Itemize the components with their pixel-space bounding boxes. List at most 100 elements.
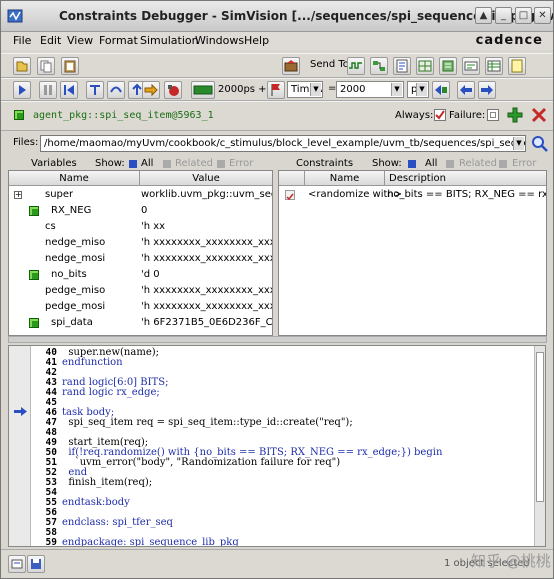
menu-help[interactable]: Help bbox=[244, 34, 269, 47]
constraint-checkbox[interactable] bbox=[285, 190, 295, 201]
source-line[interactable]: endfunction bbox=[62, 358, 123, 368]
column-header-name[interactable]: Name bbox=[305, 171, 385, 186]
send-table-icon[interactable] bbox=[485, 57, 503, 75]
variable-name: no_bits bbox=[51, 269, 87, 280]
watermark: 知乎 @桃桃 bbox=[471, 552, 551, 570]
time-value-select[interactable]: 2000 ▼ bbox=[336, 81, 404, 98]
menu-view[interactable]: View bbox=[67, 34, 93, 47]
main-toolbar: Send To: bbox=[1, 53, 553, 78]
source-line[interactable]: endtask:body bbox=[62, 498, 130, 508]
run-icon[interactable] bbox=[13, 81, 31, 99]
variable-name: spi_data bbox=[51, 317, 93, 328]
column-header-value[interactable]: Value bbox=[140, 171, 272, 186]
source-line[interactable]: rand logic rx_edge; bbox=[62, 388, 160, 398]
time-step-back-icon[interactable] bbox=[432, 81, 450, 99]
column-header-name[interactable]: Name bbox=[9, 171, 140, 186]
table-row[interactable]: nedge_miso 'h xxxxxxxx_xxxxxxxx_xxxxxxxx bbox=[9, 235, 272, 251]
add-constraint-icon[interactable] bbox=[506, 106, 524, 124]
source-line[interactable]: finish_item(req); bbox=[62, 478, 152, 488]
table-row[interactable]: pedge_mosi 'h xxxxxxxx_xxxxxxxx_xxxxxxxx bbox=[9, 299, 272, 315]
stop-icon[interactable] bbox=[164, 81, 182, 99]
send-waveform-icon[interactable] bbox=[347, 57, 365, 75]
chevron-down-icon: ▼ bbox=[310, 83, 321, 96]
source-line[interactable]: endclass: spi_tfer_seq bbox=[62, 518, 173, 528]
table-row[interactable]: spi_data 'h 6F2371B5_0E6D236F_C67 bbox=[9, 315, 272, 331]
filter-error-icon bbox=[499, 160, 507, 168]
menu-bar: File Edit View Format Simulation Windows… bbox=[1, 32, 553, 50]
variable-name: nedge_miso bbox=[45, 237, 106, 248]
source-gutter bbox=[9, 346, 31, 546]
table-row[interactable]: RX_NEG 0 bbox=[9, 203, 272, 219]
status-settings-icon[interactable] bbox=[8, 555, 26, 573]
variable-name: super bbox=[45, 189, 74, 200]
rewind-icon[interactable] bbox=[60, 81, 78, 99]
pane-splitter[interactable] bbox=[8, 336, 547, 343]
maximize-button[interactable]: □ bbox=[515, 7, 532, 24]
remove-constraint-icon[interactable] bbox=[530, 106, 548, 124]
variable-value: 'h xx bbox=[141, 221, 166, 232]
menu-format[interactable]: Format bbox=[99, 34, 138, 47]
back-arrow-icon[interactable] bbox=[457, 81, 475, 99]
pause-icon[interactable] bbox=[39, 81, 57, 99]
object-path: agent_pkg::spi_seq_item@5963_1 bbox=[33, 110, 214, 121]
source-line[interactable]: spi_seq_item req = spi_seq_item::type_id… bbox=[62, 418, 352, 428]
send-source-icon[interactable] bbox=[393, 57, 411, 75]
current-line-arrow-icon bbox=[14, 407, 27, 416]
time-unit-select[interactable]: ps ▼ bbox=[407, 81, 429, 98]
simvision-window: Constraints Debugger - SimVision [.../se… bbox=[0, 0, 554, 579]
send-to-icon[interactable] bbox=[282, 57, 300, 75]
shade-button[interactable]: ▲ bbox=[475, 7, 492, 24]
variable-name: nedge_mosi bbox=[45, 253, 106, 264]
constraints-title: Constraints bbox=[296, 158, 354, 169]
filter-all-icon bbox=[408, 160, 416, 168]
time-select[interactable]: TimeA ▼ bbox=[287, 81, 323, 98]
chevron-down-icon: ▼ bbox=[391, 83, 402, 96]
send-register-icon[interactable] bbox=[416, 57, 434, 75]
step-over-icon[interactable] bbox=[107, 81, 125, 99]
table-row[interactable]: + super worklib.uvm_pkg::uvm_sequen bbox=[9, 187, 272, 203]
menu-simulation[interactable]: Simulation bbox=[140, 34, 199, 47]
column-header-check bbox=[279, 171, 305, 186]
variable-name: RX_NEG bbox=[51, 205, 92, 216]
rand-variable-icon bbox=[29, 270, 39, 280]
send-memory-icon[interactable] bbox=[439, 57, 457, 75]
expand-icon[interactable]: + bbox=[14, 191, 22, 199]
source-line[interactable]: endpackage: spi_sequence_lib_pkg bbox=[62, 538, 239, 547]
time-marker-icon[interactable] bbox=[267, 81, 285, 99]
object-bar: agent_pkg::spi_seq_item@5963_1 Always: F… bbox=[1, 101, 553, 131]
scrollbar-thumb[interactable] bbox=[536, 352, 544, 502]
table-row[interactable]: nedge_mosi 'h xxxxxxxx_xxxxxxxx_xxxxxxxx bbox=[9, 251, 272, 267]
always-checkbox[interactable] bbox=[434, 109, 446, 121]
menu-edit[interactable]: Edit bbox=[40, 34, 61, 47]
table-row[interactable]: cs 'h xx bbox=[9, 219, 272, 235]
table-row[interactable]: <randomize with> no_bits == BITS; RX_NEG… bbox=[279, 187, 546, 203]
menu-file[interactable]: File bbox=[13, 34, 31, 47]
table-row[interactable]: no_bits 'd 0 bbox=[9, 267, 272, 283]
object-cube-icon bbox=[14, 110, 24, 120]
search-icon[interactable] bbox=[531, 135, 549, 153]
paste-icon[interactable] bbox=[61, 57, 79, 75]
table-row[interactable]: pedge_miso 'h xxxxxxxx_xxxxxxxx_xxxxxxxx bbox=[9, 283, 272, 299]
files-select[interactable]: /home/maomao/myUvm/cookbook/c_stimulus/b… bbox=[40, 135, 526, 152]
variable-value: worklib.uvm_pkg::uvm_sequen bbox=[141, 189, 272, 200]
time-step-icon[interactable] bbox=[191, 81, 215, 99]
close-button[interactable]: ✕ bbox=[534, 7, 551, 24]
step-icon[interactable] bbox=[86, 81, 104, 99]
failure-label: Failure: bbox=[449, 110, 486, 121]
simulation-toolbar: 2000ps + 1 TimeA ▼ = 2000 ▼ ps ▼ bbox=[1, 78, 553, 101]
forward-arrow-icon[interactable] bbox=[142, 81, 160, 99]
next-arrow-icon[interactable] bbox=[478, 81, 496, 99]
failure-checkbox[interactable] bbox=[487, 109, 499, 121]
send-schematic-icon[interactable] bbox=[370, 57, 388, 75]
open-icon[interactable] bbox=[13, 57, 31, 75]
copy-icon[interactable] bbox=[37, 57, 55, 75]
source-scrollbar[interactable] bbox=[534, 346, 545, 546]
minimize-button[interactable]: _ bbox=[495, 7, 512, 24]
save-icon[interactable] bbox=[27, 555, 45, 573]
variable-value: 'h xxxxxxxx_xxxxxxxx_xxxxxxxx bbox=[141, 237, 272, 248]
column-header-description[interactable]: Description bbox=[385, 171, 546, 186]
send-note-icon[interactable] bbox=[508, 57, 526, 75]
menu-windows[interactable]: Windows bbox=[195, 34, 244, 47]
send-browser-icon[interactable] bbox=[462, 57, 480, 75]
source-line[interactable]: `uvm_error("body", "Randomization failur… bbox=[62, 458, 340, 468]
